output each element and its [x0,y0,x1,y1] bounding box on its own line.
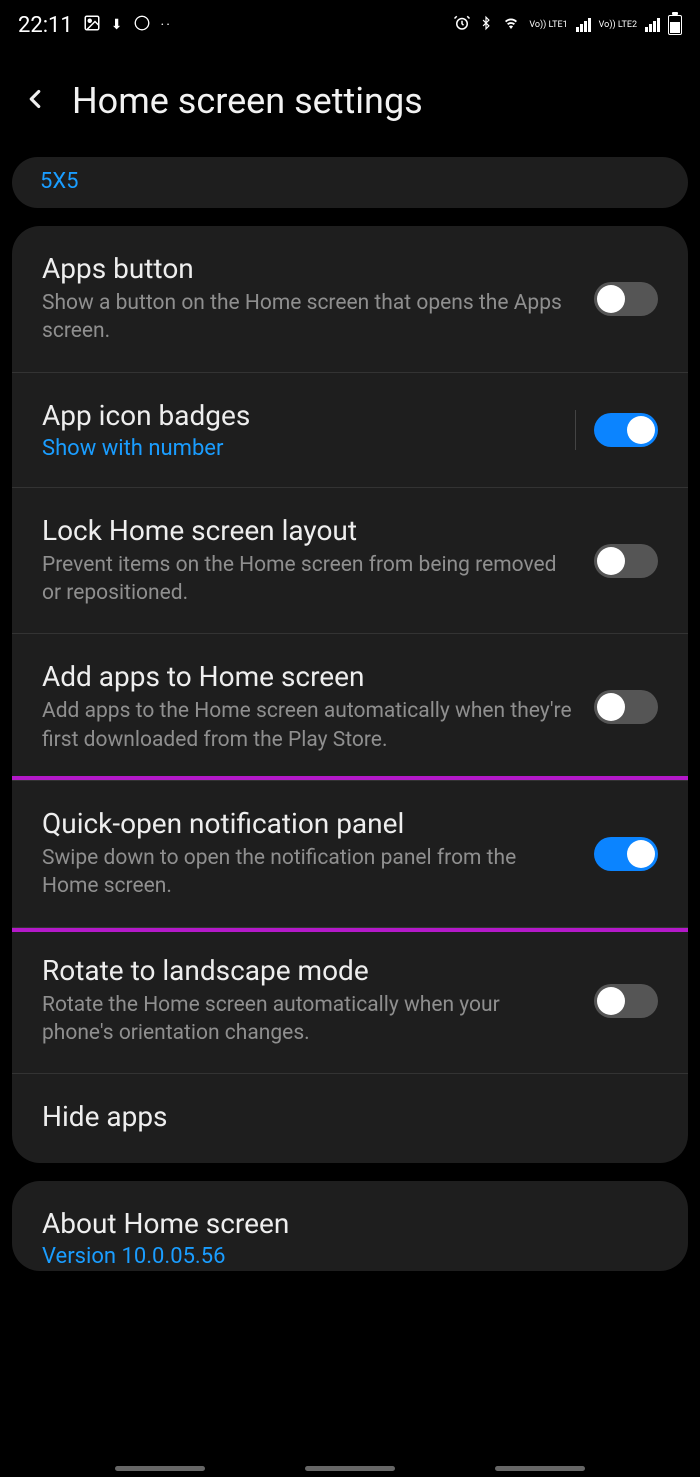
apps-button-row[interactable]: Apps button Show a button on the Home sc… [12,226,688,373]
lock-layout-row[interactable]: Lock Home screen layout Prevent items on… [12,488,688,635]
status-bar: 22:11 ⬇ ·· Vo)) LTE1 Vo)) LTE2 [0,0,700,50]
about-title: About Home screen [42,1207,658,1240]
rotate-title: Rotate to landscape mode [42,954,574,987]
nav-recents[interactable] [115,1466,205,1471]
lock-layout-desc: Prevent items on the Home screen from be… [42,551,574,608]
app-icon-badges-row[interactable]: App icon badges Show with number [12,373,688,488]
signal-1-icon [576,18,591,32]
app-icon-badges-toggle[interactable] [594,413,658,447]
settings-card: Apps button Show a button on the Home sc… [12,226,688,1163]
battery-icon [668,15,682,35]
back-button[interactable] [20,84,50,118]
gallery-icon [83,13,101,38]
about-card[interactable]: About Home screen Version 10.0.05.56 [12,1181,688,1271]
nav-back[interactable] [495,1466,585,1471]
hide-apps-title: Hide apps [42,1100,638,1133]
add-apps-row[interactable]: Add apps to Home screen Add apps to the … [12,634,688,781]
header: Home screen settings [0,50,700,157]
about-version: Version 10.0.05.56 [42,1244,658,1269]
network-2-label: Vo)) LTE2 [599,21,637,30]
app-circle-icon [133,13,151,38]
apps-button-title: Apps button [42,252,574,285]
apps-button-toggle[interactable] [594,282,658,316]
navigation-bar [0,1466,700,1471]
add-apps-title: Add apps to Home screen [42,660,574,693]
rotate-row[interactable]: Rotate to landscape mode Rotate the Home… [12,927,688,1075]
quick-open-row[interactable]: Quick-open notification panel Swipe down… [12,781,688,927]
status-time: 22:11 [18,13,73,38]
page-title: Home screen settings [72,80,423,122]
status-right: Vo)) LTE1 Vo)) LTE2 [453,14,682,36]
download-icon: ⬇ [111,17,123,33]
rotate-toggle[interactable] [594,984,658,1018]
add-apps-desc: Add apps to the Home screen automaticall… [42,697,574,754]
divider [575,410,576,450]
nav-home[interactable] [305,1466,395,1471]
lock-layout-toggle[interactable] [594,544,658,578]
highlight-annotation: Quick-open notification panel Swipe down… [12,776,688,932]
grid-size-value: 5X5 [40,169,660,194]
more-icon: ·· [161,17,172,33]
apps-button-desc: Show a button on the Home screen that op… [42,289,574,346]
add-apps-toggle[interactable] [594,690,658,724]
bluetooth-icon [479,14,493,36]
grid-size-card[interactable]: 5X5 [12,157,688,208]
quick-open-desc: Swipe down to open the notification pane… [42,844,574,901]
app-icon-badges-title: App icon badges [42,399,555,432]
wifi-icon [501,15,521,35]
alarm-icon [453,14,471,36]
lock-layout-title: Lock Home screen layout [42,514,574,547]
quick-open-toggle[interactable] [594,837,658,871]
quick-open-title: Quick-open notification panel [42,807,574,840]
app-icon-badges-sublink: Show with number [42,436,555,461]
network-1-label: Vo)) LTE1 [529,21,567,30]
signal-2-icon [645,18,660,32]
rotate-desc: Rotate the Home screen automatically whe… [42,991,574,1048]
hide-apps-row[interactable]: Hide apps [12,1074,688,1163]
status-left: 22:11 ⬇ ·· [18,13,172,38]
